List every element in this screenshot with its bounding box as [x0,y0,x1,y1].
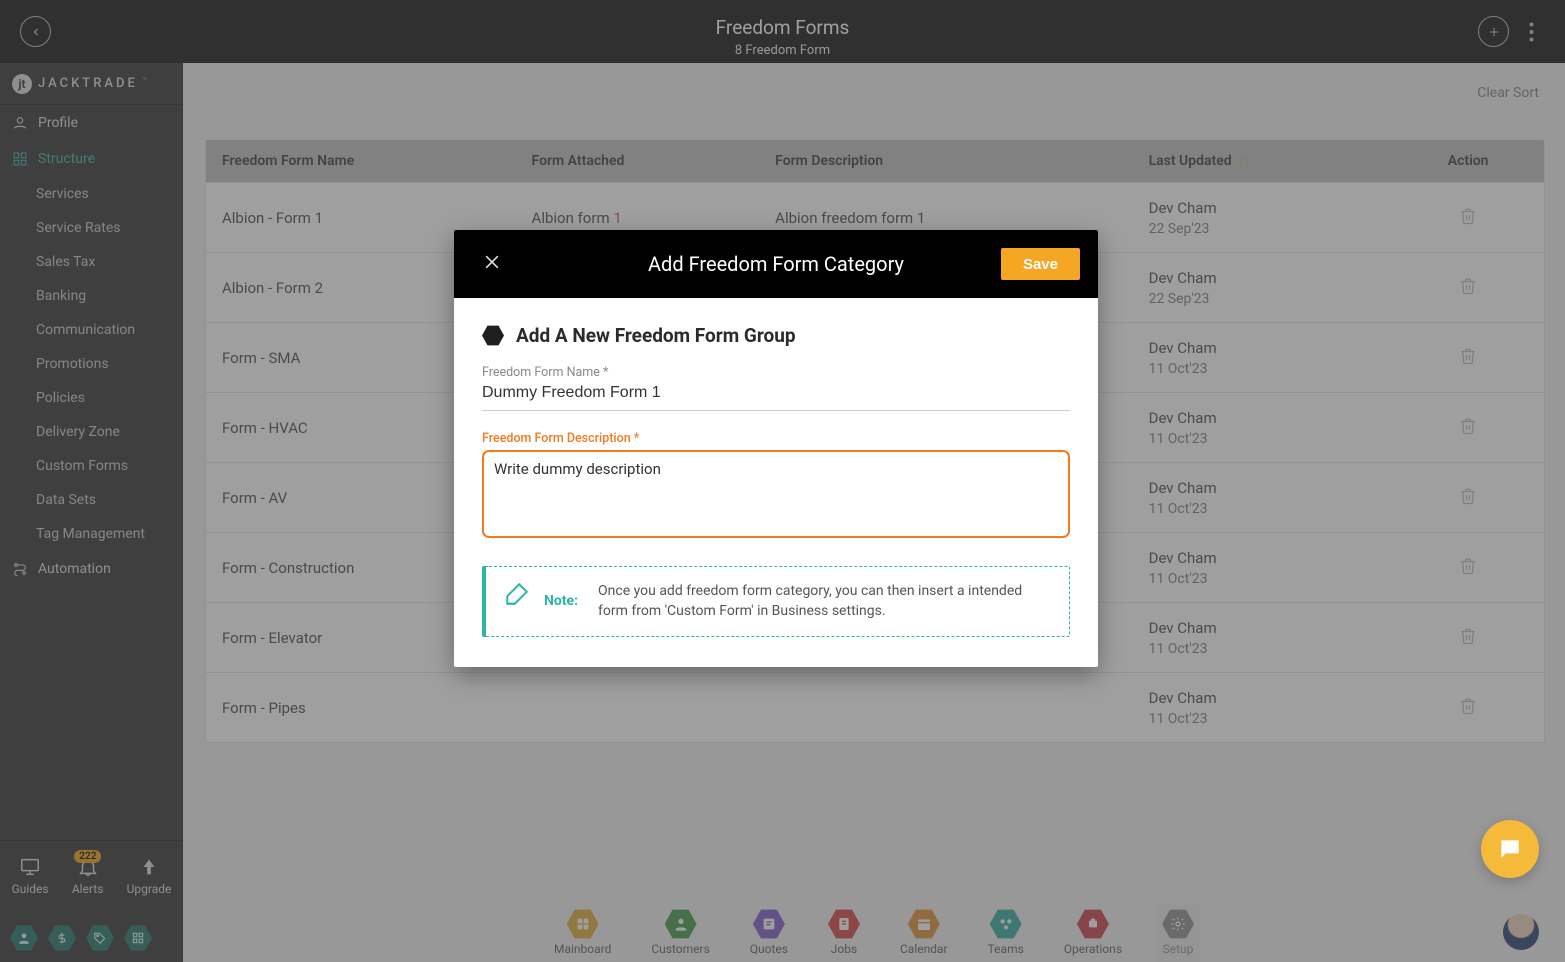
modal-close-button[interactable] [482,252,506,276]
desc-label: Freedom Form Description * [482,431,1070,446]
name-field-wrap: Freedom Form Name * [482,365,1070,411]
modal-body: Add A New Freedom Form Group Freedom For… [454,298,1098,667]
hexagon-icon [482,325,504,347]
modal-header: Add Freedom Form Category Save [454,230,1098,298]
chat-bubble-button[interactable] [1481,820,1539,878]
chat-icon [1497,836,1523,862]
save-button[interactable]: Save [1001,248,1080,280]
note-box: Note: Once you add freedom form category… [482,566,1070,637]
freedom-form-description-input[interactable] [482,450,1070,538]
note-label: Note: [544,593,578,609]
name-label: Freedom Form Name * [482,365,1070,380]
add-category-modal: Add Freedom Form Category Save Add A New… [454,230,1098,667]
modal-group-title: Add A New Freedom Form Group [516,324,796,347]
note-text: Once you add freedom form category, you … [598,581,1051,622]
desc-field-wrap: Freedom Form Description * [482,431,1070,542]
modal-group-heading: Add A New Freedom Form Group [482,324,1070,347]
edit-note-icon [504,581,530,607]
close-icon [482,252,502,272]
freedom-form-name-input[interactable] [482,380,1070,411]
